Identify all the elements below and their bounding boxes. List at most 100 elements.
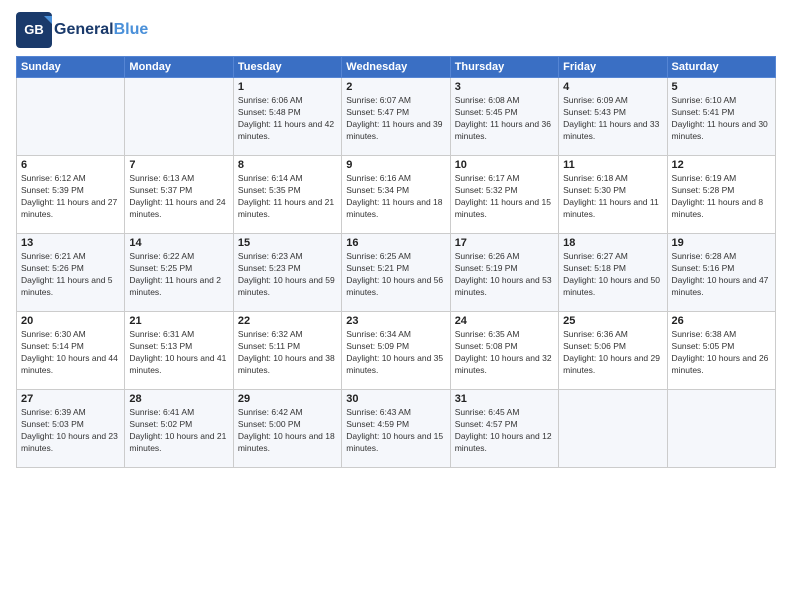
day-number: 19 (672, 237, 771, 249)
day-number: 11 (563, 159, 662, 171)
calendar-cell: 12 Sunrise: 6:19 AMSunset: 5:28 PMDayligh… (667, 156, 775, 234)
calendar-cell: 7 Sunrise: 6:13 AMSunset: 5:37 PMDaylight… (125, 156, 233, 234)
day-info: Sunrise: 6:26 AMSunset: 5:19 PMDaylight:… (455, 251, 554, 299)
day-number: 31 (455, 393, 554, 405)
day-number: 2 (346, 81, 445, 93)
calendar-cell (125, 78, 233, 156)
week-row-2: 6 Sunrise: 6:12 AMSunset: 5:39 PMDaylight… (17, 156, 776, 234)
day-number: 16 (346, 237, 445, 249)
header-cell-tuesday: Tuesday (233, 57, 341, 78)
calendar-cell: 10 Sunrise: 6:17 AMSunset: 5:32 PMDayligh… (450, 156, 558, 234)
calendar-cell: 28Sunrise: 6:41 AMSunset: 5:02 PMDayligh… (125, 390, 233, 468)
day-number: 20 (21, 315, 120, 327)
calendar-cell: 24 Sunrise: 6:35 AMSunset: 5:08 PMDayligh… (450, 312, 558, 390)
header-cell-sunday: Sunday (17, 57, 125, 78)
logo: GB GeneralBlue (16, 12, 148, 48)
calendar-cell: 25Sunrise: 6:36 AMSunset: 5:06 PMDayligh… (559, 312, 667, 390)
day-number: 14 (129, 237, 228, 249)
day-number: 3 (455, 81, 554, 93)
header-cell-friday: Friday (559, 57, 667, 78)
day-info: Sunrise: 6:21 AMSunset: 5:26 PMDaylight:… (21, 251, 120, 299)
week-row-1: 1 Sunrise: 6:06 AMSunset: 5:48 PMDaylight… (17, 78, 776, 156)
header-cell-saturday: Saturday (667, 57, 775, 78)
day-info: Sunrise: 6:10 AMSunset: 5:41 PMDaylight:… (672, 95, 771, 143)
week-row-4: 20Sunrise: 6:30 AMSunset: 5:14 PMDayligh… (17, 312, 776, 390)
day-info: Sunrise: 6:09 AMSunset: 5:43 PMDaylight:… (563, 95, 662, 143)
header: GB GeneralBlue (16, 12, 776, 48)
calendar-cell: 6 Sunrise: 6:12 AMSunset: 5:39 PMDaylight… (17, 156, 125, 234)
day-info: Sunrise: 6:16 AMSunset: 5:34 PMDaylight:… (346, 173, 445, 221)
calendar-cell: 2 Sunrise: 6:07 AMSunset: 5:47 PMDaylight… (342, 78, 450, 156)
calendar-cell: 18Sunrise: 6:27 AMSunset: 5:18 PMDayligh… (559, 234, 667, 312)
day-info: Sunrise: 6:34 AMSunset: 5:09 PMDaylight:… (346, 329, 445, 377)
day-info: Sunrise: 6:08 AMSunset: 5:45 PMDaylight:… (455, 95, 554, 143)
day-info: Sunrise: 6:39 AMSunset: 5:03 PMDaylight:… (21, 407, 120, 455)
day-number: 10 (455, 159, 554, 171)
calendar-cell (559, 390, 667, 468)
day-info: Sunrise: 6:43 AMSunset: 4:59 PMDaylight:… (346, 407, 445, 455)
page: GB GeneralBlue SundayMondayTuesdayWednes… (0, 0, 792, 612)
day-number: 23 (346, 315, 445, 327)
logo-icon: GB (16, 12, 52, 48)
day-info: Sunrise: 6:17 AMSunset: 5:32 PMDaylight:… (455, 173, 554, 221)
day-number: 1 (238, 81, 337, 93)
header-cell-monday: Monday (125, 57, 233, 78)
day-info: Sunrise: 6:13 AMSunset: 5:37 PMDaylight:… (129, 173, 228, 221)
logo-text: GeneralBlue (54, 21, 148, 39)
calendar-cell: 11 Sunrise: 6:18 AMSunset: 5:30 PMDayligh… (559, 156, 667, 234)
day-info: Sunrise: 6:12 AMSunset: 5:39 PMDaylight:… (21, 173, 120, 221)
calendar-cell: 27 Sunrise: 6:39 AMSunset: 5:03 PMDayligh… (17, 390, 125, 468)
calendar-cell: 9Sunrise: 6:16 AMSunset: 5:34 PMDaylight… (342, 156, 450, 234)
day-info: Sunrise: 6:32 AMSunset: 5:11 PMDaylight:… (238, 329, 337, 377)
calendar-cell (667, 390, 775, 468)
calendar-cell: 21Sunrise: 6:31 AMSunset: 5:13 PMDayligh… (125, 312, 233, 390)
day-info: Sunrise: 6:25 AMSunset: 5:21 PMDaylight:… (346, 251, 445, 299)
day-info: Sunrise: 6:18 AMSunset: 5:30 PMDaylight:… (563, 173, 662, 221)
calendar-cell: 14 Sunrise: 6:22 AMSunset: 5:25 PMDayligh… (125, 234, 233, 312)
calendar-cell: 16 Sunrise: 6:25 AMSunset: 5:21 PMDayligh… (342, 234, 450, 312)
header-row: SundayMondayTuesdayWednesdayThursdayFrid… (17, 57, 776, 78)
week-row-3: 13 Sunrise: 6:21 AMSunset: 5:26 PMDayligh… (17, 234, 776, 312)
day-info: Sunrise: 6:31 AMSunset: 5:13 PMDaylight:… (129, 329, 228, 377)
calendar-cell: 1 Sunrise: 6:06 AMSunset: 5:48 PMDaylight… (233, 78, 341, 156)
day-number: 13 (21, 237, 120, 249)
day-info: Sunrise: 6:14 AMSunset: 5:35 PMDaylight:… (238, 173, 337, 221)
day-info: Sunrise: 6:35 AMSunset: 5:08 PMDaylight:… (455, 329, 554, 377)
day-number: 24 (455, 315, 554, 327)
day-number: 6 (21, 159, 120, 171)
day-number: 15 (238, 237, 337, 249)
calendar-cell (17, 78, 125, 156)
calendar-cell: 3 Sunrise: 6:08 AMSunset: 5:45 PMDaylight… (450, 78, 558, 156)
day-info: Sunrise: 6:22 AMSunset: 5:25 PMDaylight:… (129, 251, 228, 299)
day-number: 22 (238, 315, 337, 327)
day-info: Sunrise: 6:41 AMSunset: 5:02 PMDaylight:… (129, 407, 228, 455)
day-info: Sunrise: 6:42 AMSunset: 5:00 PMDaylight:… (238, 407, 337, 455)
calendar-cell: 23 Sunrise: 6:34 AMSunset: 5:09 PMDayligh… (342, 312, 450, 390)
header-cell-thursday: Thursday (450, 57, 558, 78)
week-row-5: 27 Sunrise: 6:39 AMSunset: 5:03 PMDayligh… (17, 390, 776, 468)
day-number: 8 (238, 159, 337, 171)
calendar-cell: 8 Sunrise: 6:14 AMSunset: 5:35 PMDaylight… (233, 156, 341, 234)
day-number: 12 (672, 159, 771, 171)
day-info: Sunrise: 6:36 AMSunset: 5:06 PMDaylight:… (563, 329, 662, 377)
day-number: 4 (563, 81, 662, 93)
calendar-table: SundayMondayTuesdayWednesdayThursdayFrid… (16, 56, 776, 468)
day-number: 7 (129, 159, 228, 171)
day-info: Sunrise: 6:07 AMSunset: 5:47 PMDaylight:… (346, 95, 445, 143)
day-number: 26 (672, 315, 771, 327)
calendar-cell: 15Sunrise: 6:23 AMSunset: 5:23 PMDayligh… (233, 234, 341, 312)
calendar-cell: 30 Sunrise: 6:43 AMSunset: 4:59 PMDayligh… (342, 390, 450, 468)
calendar-header: SundayMondayTuesdayWednesdayThursdayFrid… (17, 57, 776, 78)
calendar-body: 1 Sunrise: 6:06 AMSunset: 5:48 PMDaylight… (17, 78, 776, 468)
calendar-cell: 26 Sunrise: 6:38 AMSunset: 5:05 PMDayligh… (667, 312, 775, 390)
day-info: Sunrise: 6:38 AMSunset: 5:05 PMDaylight:… (672, 329, 771, 377)
day-info: Sunrise: 6:19 AMSunset: 5:28 PMDaylight:… (672, 173, 771, 221)
calendar-cell: 29Sunrise: 6:42 AMSunset: 5:00 PMDayligh… (233, 390, 341, 468)
day-number: 30 (346, 393, 445, 405)
day-info: Sunrise: 6:06 AMSunset: 5:48 PMDaylight:… (238, 95, 337, 143)
header-cell-wednesday: Wednesday (342, 57, 450, 78)
calendar-cell: 5Sunrise: 6:10 AMSunset: 5:41 PMDaylight… (667, 78, 775, 156)
day-info: Sunrise: 6:28 AMSunset: 5:16 PMDaylight:… (672, 251, 771, 299)
calendar-cell: 13 Sunrise: 6:21 AMSunset: 5:26 PMDayligh… (17, 234, 125, 312)
day-number: 27 (21, 393, 120, 405)
